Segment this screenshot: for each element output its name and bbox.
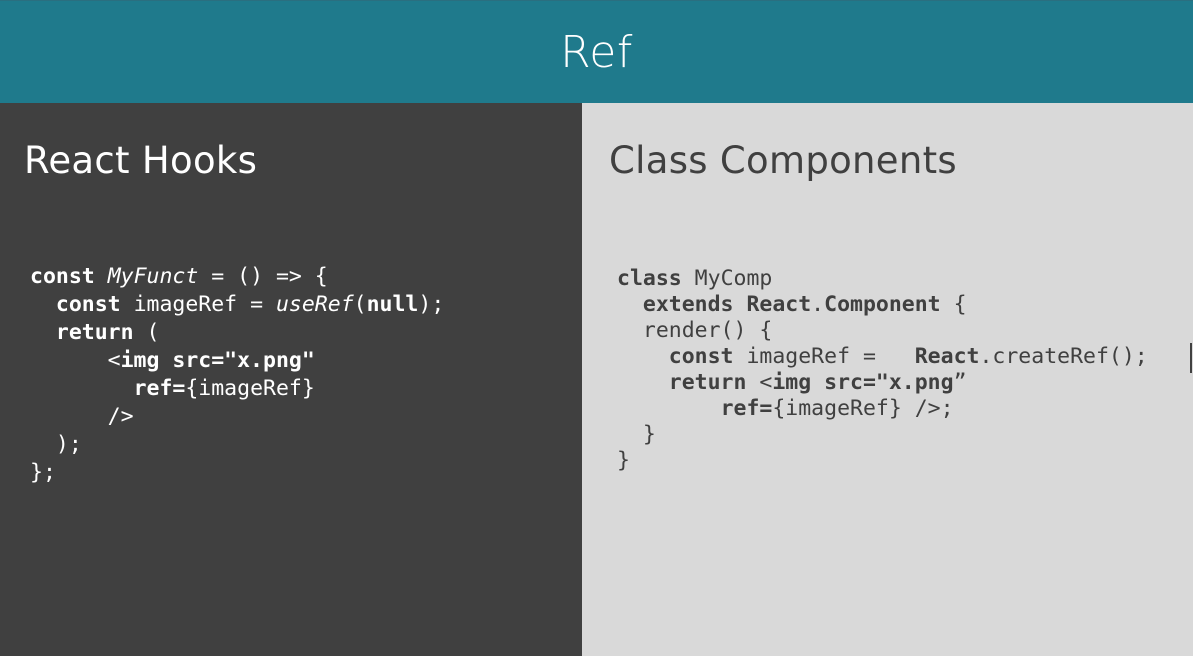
code-token: (: [133, 320, 160, 345]
code-token: extends React: [642, 292, 812, 317]
code-token: const: [55, 292, 121, 317]
code-token: {: [940, 292, 967, 317]
code-token: return: [668, 370, 747, 395]
code-line: const MyFunct = () => {: [30, 263, 444, 291]
code-line: class MyComp: [617, 266, 1148, 292]
code-token: ”: [953, 370, 967, 395]
code-token: {imageRef}: [185, 376, 315, 401]
code-line: const imageRef = React.createRef();: [617, 344, 1148, 370]
code-token: ref=: [133, 376, 186, 401]
code-line: }: [617, 448, 1148, 474]
class-components-heading: Class Components: [609, 139, 957, 182]
code-line: <img src="x.png": [30, 347, 444, 375]
code-line: const imageRef = useRef(null);: [30, 291, 444, 319]
code-token: imageRef =: [733, 344, 915, 369]
slide-title: Ref: [560, 27, 633, 78]
code-token: null: [366, 292, 419, 317]
code-token: img src="x.png: [772, 370, 954, 395]
code-token: React: [914, 344, 980, 369]
code-token: useRef: [275, 292, 354, 317]
code-token: const: [668, 344, 734, 369]
code-token: <: [746, 370, 773, 395]
code-line: ref={imageRef}: [30, 375, 444, 403]
code-token: <: [30, 348, 121, 373]
code-token: );: [418, 292, 445, 317]
code-line: return (: [30, 319, 444, 347]
code-token: const: [30, 264, 95, 289]
react-hooks-code: const MyFunct = () => { const imageRef =…: [30, 263, 444, 487]
code-line: />: [30, 403, 444, 431]
react-hooks-panel: React Hooks const MyFunct = () => { cons…: [0, 103, 582, 656]
code-line: ref={imageRef} />;: [617, 396, 1148, 422]
code-token: = () => {: [198, 264, 328, 289]
code-token: class: [617, 266, 682, 291]
code-token: Component: [824, 292, 941, 317]
code-line: }: [617, 422, 1148, 448]
code-token: img src="x.png": [120, 348, 315, 373]
code-token: />: [30, 404, 134, 429]
code-token: MyComp: [681, 266, 773, 291]
code-line: return <img src="x.png”: [617, 370, 1148, 396]
code-token: {imageRef} />;: [772, 396, 954, 421]
code-token: (: [353, 292, 367, 317]
code-token: .: [811, 292, 825, 317]
code-token: .createRef();: [979, 344, 1148, 369]
class-components-code: class MyComp extends React.Component { r…: [617, 266, 1148, 474]
code-token: }: [617, 422, 656, 447]
code-token: render() {: [617, 318, 773, 343]
react-hooks-heading: React Hooks: [24, 139, 258, 182]
title-bar: Ref: [0, 0, 1193, 103]
code-token: );: [30, 432, 82, 457]
code-token: return: [55, 320, 134, 345]
code-token: imageRef =: [120, 292, 276, 317]
code-line: render() {: [617, 318, 1148, 344]
code-token: ref=: [720, 396, 773, 421]
code-token: };: [30, 460, 56, 485]
code-line: };: [30, 459, 444, 487]
code-line: );: [30, 431, 444, 459]
class-components-panel: Class Components class MyComp extends Re…: [582, 103, 1193, 656]
text-cursor: [1190, 343, 1192, 373]
code-token: MyFunct: [107, 264, 199, 289]
code-token: }: [617, 448, 630, 473]
code-line: extends React.Component {: [617, 292, 1148, 318]
